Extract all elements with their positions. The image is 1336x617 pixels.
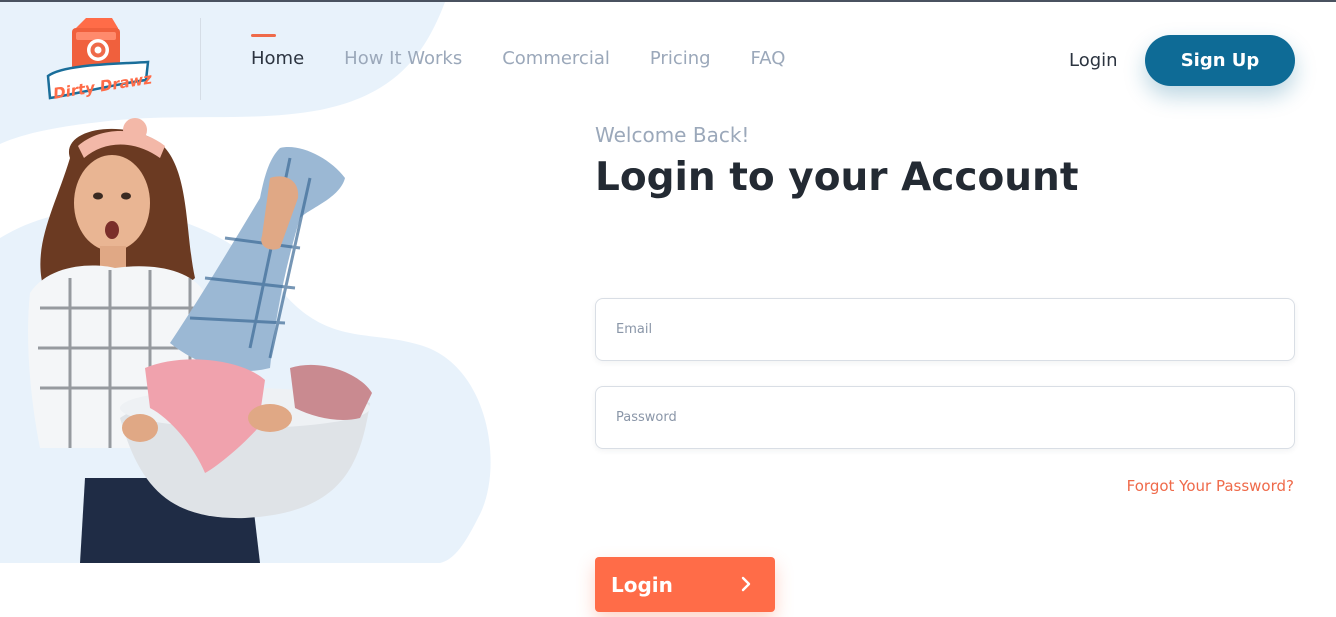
page-title: Login to your Account bbox=[595, 155, 1079, 200]
email-field[interactable] bbox=[595, 298, 1295, 361]
login-submit-label: Login bbox=[611, 573, 673, 597]
email-input[interactable] bbox=[596, 299, 1294, 360]
header-divider bbox=[200, 18, 201, 100]
hero-image bbox=[28, 118, 372, 563]
forgot-password-link[interactable]: Forgot Your Password? bbox=[1127, 477, 1294, 495]
main-nav: Home How It Works Commercial Pricing FAQ bbox=[251, 34, 825, 71]
login-submit-button[interactable]: Login bbox=[595, 557, 775, 612]
nav-home[interactable]: Home bbox=[251, 34, 304, 71]
top-border bbox=[0, 0, 1336, 2]
welcome-text: Welcome Back! bbox=[595, 123, 750, 147]
chevron-right-icon bbox=[741, 576, 751, 592]
password-input[interactable] bbox=[596, 387, 1294, 448]
password-field[interactable] bbox=[595, 386, 1295, 449]
dirty-drawz-logo[interactable]: Dirty Drawz bbox=[42, 16, 154, 104]
header-login-link[interactable]: Login bbox=[1069, 49, 1118, 73]
nav-commercial[interactable]: Commercial bbox=[502, 47, 610, 71]
signup-button[interactable]: Sign Up bbox=[1145, 35, 1295, 86]
nav-how-it-works[interactable]: How It Works bbox=[344, 47, 462, 71]
nav-faq[interactable]: FAQ bbox=[751, 47, 786, 71]
nav-pricing[interactable]: Pricing bbox=[650, 47, 711, 71]
